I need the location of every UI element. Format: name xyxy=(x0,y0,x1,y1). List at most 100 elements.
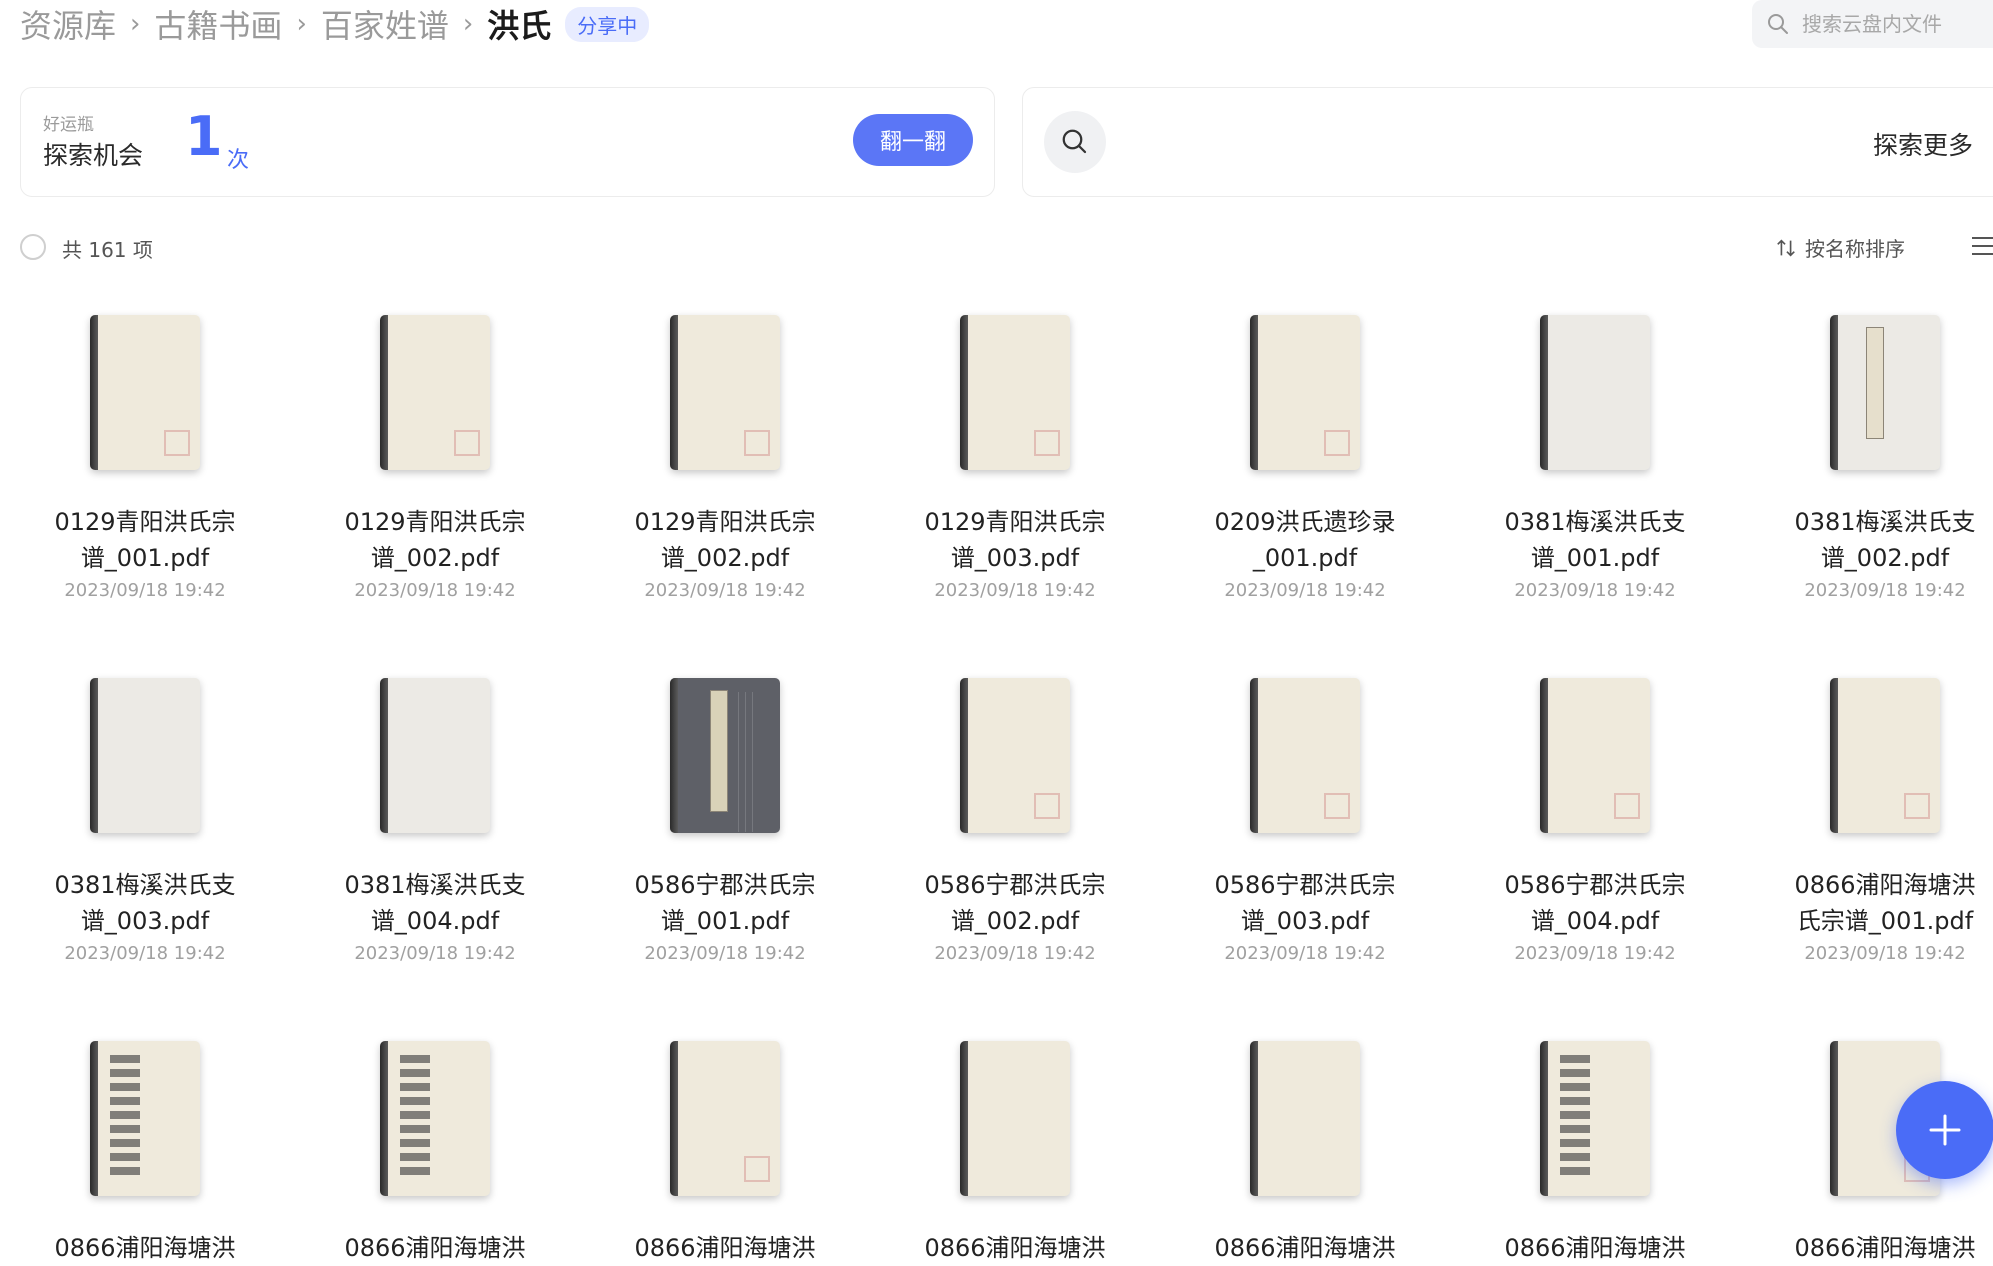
file-thumbnail xyxy=(380,1041,490,1196)
lucky-bottle-card: 好运瓶 探索机会 1 次 翻一翻 xyxy=(20,87,995,197)
breadcrumb-item-library[interactable]: 资源库 xyxy=(20,1,116,47)
explore-search-button[interactable] xyxy=(1044,111,1106,173)
breadcrumb-current: 洪氏 xyxy=(487,7,552,45)
file-item[interactable]: 0381梅溪洪氏支谱_003.pdf 2023/09/18 19:42 xyxy=(0,678,290,964)
file-date: 2023/09/18 19:42 xyxy=(1514,580,1676,601)
file-thumbnail xyxy=(1540,1041,1650,1196)
explore-chance-title: 探索机会 xyxy=(43,141,144,170)
file-item[interactable]: 0129青阳洪氏宗谱_001.pdf 2023/09/18 19:42 xyxy=(0,315,290,601)
file-name: 0866浦阳海塘洪 xyxy=(634,1234,816,1262)
file-item[interactable]: 0381梅溪洪氏支谱_002.pdf 2023/09/18 19:42 xyxy=(1740,315,1993,601)
chevron-right-icon: › xyxy=(462,9,474,39)
file-item[interactable]: 0381梅溪洪氏支谱_001.pdf 2023/09/18 19:42 xyxy=(1450,315,1740,601)
search-box[interactable] xyxy=(1752,0,1993,48)
file-date: 2023/09/18 19:42 xyxy=(64,943,226,964)
file-thumbnail xyxy=(1830,678,1940,833)
file-thumbnail xyxy=(1540,678,1650,833)
explore-card[interactable]: 探索更多 xyxy=(1022,87,1993,197)
file-thumbnail xyxy=(90,1041,200,1196)
file-name: 0129青阳洪氏宗谱_002.pdf xyxy=(634,508,816,572)
file-date: 2023/09/18 19:42 xyxy=(1224,943,1386,964)
file-item[interactable]: 0866浦阳海塘洪 xyxy=(0,1041,290,1266)
file-name: 0866浦阳海塘洪 xyxy=(344,1234,526,1262)
file-thumbnail xyxy=(1250,1041,1360,1196)
file-date: 2023/09/18 19:42 xyxy=(1804,580,1966,601)
file-item[interactable]: 0866浦阳海塘洪 xyxy=(1450,1041,1740,1266)
file-thumbnail xyxy=(90,315,200,470)
sharing-badge[interactable]: 分享中 xyxy=(565,6,650,42)
file-item[interactable]: 0586宁郡洪氏宗谱_001.pdf 2023/09/18 19:42 xyxy=(580,678,870,964)
file-name: 0381梅溪洪氏支谱_002.pdf xyxy=(1794,508,1976,572)
chance-unit: 次 xyxy=(227,148,250,173)
file-date: 2023/09/18 19:42 xyxy=(354,580,516,601)
file-thumbnail xyxy=(670,315,780,470)
file-date: 2023/09/18 19:42 xyxy=(1224,580,1386,601)
file-item[interactable]: 0129青阳洪氏宗谱_003.pdf 2023/09/18 19:42 xyxy=(870,315,1160,601)
file-thumbnail xyxy=(1250,678,1360,833)
file-name: 0209洪氏遗珍录_001.pdf xyxy=(1214,508,1396,572)
explore-more-link[interactable]: 探索更多 xyxy=(1873,126,1973,162)
file-item[interactable]: 0586宁郡洪氏宗谱_004.pdf 2023/09/18 19:42 xyxy=(1450,678,1740,964)
file-thumbnail xyxy=(90,678,200,833)
file-date: 2023/09/18 19:42 xyxy=(64,580,226,601)
file-item[interactable]: 0866浦阳海塘洪 xyxy=(870,1041,1160,1266)
file-name: 0586宁郡洪氏宗谱_001.pdf xyxy=(634,871,816,935)
file-item[interactable]: 0866浦阳海塘洪氏宗谱_001.pdf 2023/09/18 19:42 xyxy=(1740,678,1993,964)
file-thumbnail xyxy=(960,1041,1070,1196)
file-thumbnail xyxy=(670,1041,780,1196)
add-button[interactable] xyxy=(1896,1081,1993,1179)
file-date: 2023/09/18 19:42 xyxy=(934,580,1096,601)
file-date: 2023/09/18 19:42 xyxy=(644,943,806,964)
file-name: 0866浦阳海塘洪 xyxy=(1214,1234,1396,1262)
file-name: 0866浦阳海塘洪 xyxy=(924,1234,1106,1262)
file-name: 0381梅溪洪氏支谱_001.pdf xyxy=(1504,508,1686,572)
file-item[interactable]: 0866浦阳海塘洪 xyxy=(580,1041,870,1266)
file-thumbnail xyxy=(670,678,780,833)
file-thumbnail xyxy=(380,678,490,833)
file-item[interactable]: 0381梅溪洪氏支谱_004.pdf 2023/09/18 19:42 xyxy=(290,678,580,964)
file-thumbnail xyxy=(960,678,1070,833)
file-name: 0866浦阳海塘洪 xyxy=(1504,1234,1686,1262)
select-all-checkbox[interactable] xyxy=(20,234,46,260)
file-thumbnail xyxy=(1250,315,1360,470)
file-name: 0866浦阳海塘洪 xyxy=(54,1234,236,1262)
plus-icon xyxy=(1929,1114,1961,1146)
breadcrumb-item-surnames[interactable]: 百家姓谱 xyxy=(321,1,449,47)
file-item[interactable]: 0586宁郡洪氏宗谱_003.pdf 2023/09/18 19:42 xyxy=(1160,678,1450,964)
file-item[interactable]: 0586宁郡洪氏宗谱_002.pdf 2023/09/18 19:42 xyxy=(870,678,1160,964)
list-view-icon[interactable] xyxy=(1970,235,1993,257)
file-item[interactable]: 0129青阳洪氏宗谱_002.pdf 2023/09/18 19:42 xyxy=(290,315,580,601)
file-date: 2023/09/18 19:42 xyxy=(354,943,516,964)
search-icon xyxy=(1768,14,1788,34)
search-input[interactable] xyxy=(1800,11,1993,37)
file-name: 0129青阳洪氏宗谱_002.pdf xyxy=(344,508,526,572)
file-name: 0381梅溪洪氏支谱_003.pdf xyxy=(54,871,236,935)
flip-button[interactable]: 翻一翻 xyxy=(853,114,973,166)
breadcrumb: 资源库 › 古籍书画 › 百家姓谱 › 洪氏 分享中 xyxy=(20,1,650,47)
file-thumbnail xyxy=(1540,315,1650,470)
breadcrumb-item-ancient-books[interactable]: 古籍书画 xyxy=(154,1,282,47)
chevron-right-icon: › xyxy=(296,9,307,39)
file-item[interactable]: 0866浦阳海塘洪 xyxy=(290,1041,580,1266)
file-name: 0586宁郡洪氏宗谱_004.pdf xyxy=(1504,871,1686,935)
file-item[interactable]: 0209洪氏遗珍录_001.pdf 2023/09/18 19:42 xyxy=(1160,315,1450,601)
sort-icon xyxy=(1777,238,1795,257)
file-thumbnail xyxy=(1830,315,1940,470)
chance-count: 1 xyxy=(185,105,223,168)
sort-label: 按名称排序 xyxy=(1805,237,1905,261)
file-name: 0586宁郡洪氏宗谱_003.pdf xyxy=(1214,871,1396,935)
file-name: 0586宁郡洪氏宗谱_002.pdf xyxy=(924,871,1106,935)
chevron-right-icon: › xyxy=(130,9,141,39)
file-item[interactable]: 0129青阳洪氏宗谱_002.pdf 2023/09/18 19:42 xyxy=(580,315,870,601)
file-thumbnail xyxy=(960,315,1070,470)
file-item[interactable]: 0866浦阳海塘洪 xyxy=(1160,1041,1450,1266)
sort-button[interactable]: 按名称排序 xyxy=(1775,233,1905,262)
search-icon xyxy=(1062,129,1087,154)
item-count: 共 161 项 xyxy=(62,238,153,262)
file-name: 0129青阳洪氏宗谱_001.pdf xyxy=(54,508,236,572)
file-name: 0381梅溪洪氏支谱_004.pdf xyxy=(344,871,526,935)
file-date: 2023/09/18 19:42 xyxy=(1804,943,1966,964)
file-name: 0129青阳洪氏宗谱_003.pdf xyxy=(924,508,1106,572)
file-date: 2023/09/18 19:42 xyxy=(934,943,1096,964)
file-name: 0866浦阳海塘洪氏宗谱_001.pdf xyxy=(1794,871,1976,935)
